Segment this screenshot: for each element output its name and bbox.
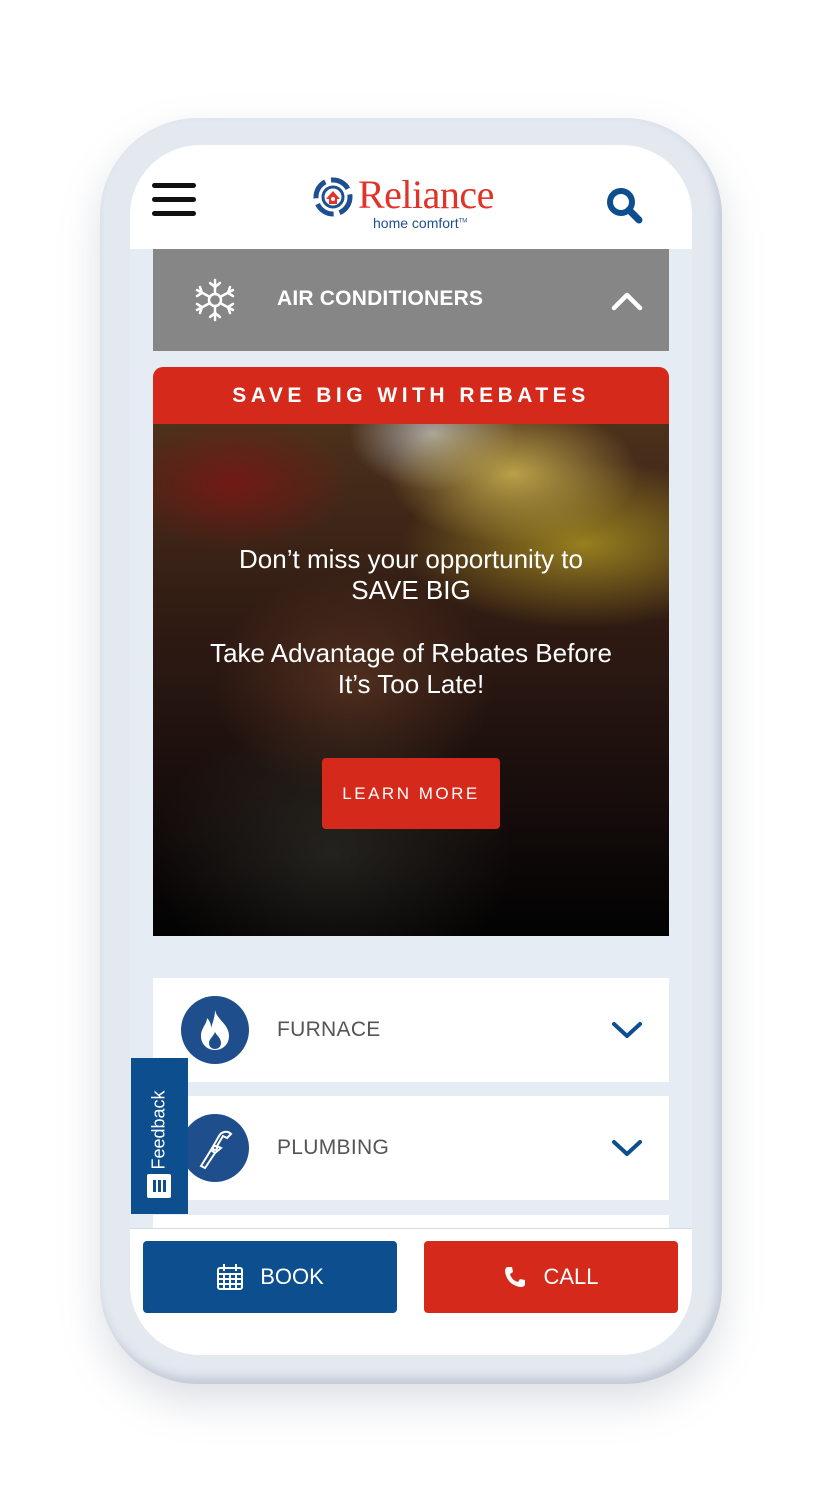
snowflake-icon <box>195 278 235 322</box>
plumbing-label: PLUMBING <box>277 1136 390 1159</box>
call-label: CALL <box>543 1264 599 1289</box>
feedback-label: Feedback <box>148 1090 169 1170</box>
rebate-promo-card: SAVE BIG WITH REBATES Don’t miss your op… <box>153 367 669 936</box>
accordion-air-conditioners[interactable]: AIR CONDITIONERS <box>153 249 669 351</box>
chevron-down-icon[interactable] <box>611 1138 643 1158</box>
book-label: BOOK <box>260 1264 324 1289</box>
logo-wordmark: Reliance <box>358 172 494 217</box>
promo-headline-line1: Don’t miss your opportunity to <box>239 544 583 574</box>
learn-more-button[interactable]: LEARN MORE <box>322 758 500 829</box>
chevron-down-icon[interactable] <box>611 1020 643 1040</box>
bottom-action-bar: BOOK CALL <box>130 1228 692 1355</box>
calendar-icon <box>217 1264 244 1290</box>
promo-background-image: Don’t miss your opportunity to SAVE BIG … <box>153 424 669 936</box>
promo-subheadline-line1: Take Advantage of Rebates Before <box>210 638 612 668</box>
reliance-logo[interactable]: Reliance home comfortTM <box>312 172 512 233</box>
flame-icon <box>201 1010 229 1050</box>
search-icon[interactable] <box>604 185 646 227</box>
logo-tagline: home comfortTM <box>373 215 467 231</box>
accordion-plumbing[interactable]: PLUMBING <box>153 1096 669 1200</box>
furnace-icon-badge <box>181 996 249 1064</box>
trademark: TM <box>458 218 468 225</box>
feedback-tab[interactable]: Feedback <box>131 1058 188 1214</box>
call-button[interactable]: CALL <box>424 1241 678 1313</box>
feedback-icon <box>147 1174 171 1198</box>
wrench-icon <box>199 1130 233 1170</box>
logo-tagline-text: home comfort <box>373 215 459 231</box>
promo-heading: SAVE BIG WITH REBATES <box>153 367 669 424</box>
logo-mark-icon <box>313 177 353 217</box>
hamburger-icon[interactable] <box>152 183 196 217</box>
accordion-furnace[interactable]: FURNACE <box>153 978 669 1082</box>
chevron-up-icon[interactable] <box>611 289 643 311</box>
phone-icon <box>505 1267 526 1287</box>
furnace-label: FURNACE <box>277 1018 381 1041</box>
book-button[interactable]: BOOK <box>143 1241 397 1313</box>
accordion-label: AIR CONDITIONERS <box>277 287 484 310</box>
promo-subheadline-line2: It’s Too Late! <box>337 669 485 699</box>
promo-subheadline: Take Advantage of Rebates Before It’s To… <box>153 638 669 700</box>
phone-screen: Reliance home comfortTM AIR CONDITIONERS… <box>130 145 692 1355</box>
promo-headline-line2: SAVE BIG <box>351 575 471 605</box>
site-header: Reliance home comfortTM <box>130 145 692 249</box>
promo-headline: Don’t miss your opportunity to SAVE BIG <box>153 544 669 606</box>
plumbing-icon-badge <box>181 1114 249 1182</box>
